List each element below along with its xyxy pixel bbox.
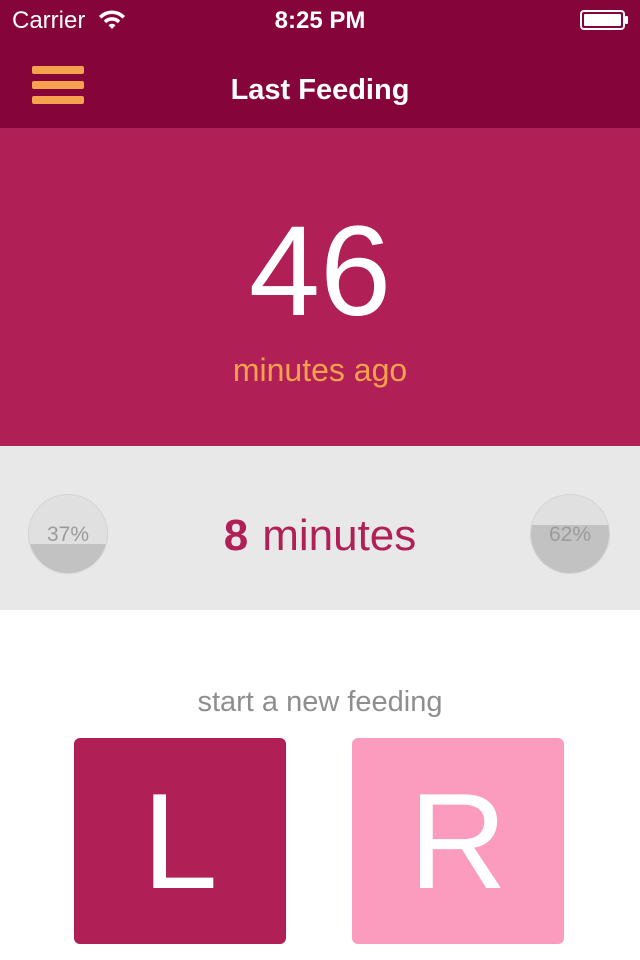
status-bar: Carrier 8:25 PM: [0, 0, 640, 40]
page-title: Last Feeding: [230, 74, 410, 106]
feeding-duration-band: 37% 8 minutes 62%: [0, 446, 640, 610]
elapsed-time-value: 46: [248, 200, 392, 343]
start-right-feeding-button[interactable]: R: [352, 738, 564, 944]
duration-value: 8: [223, 511, 249, 560]
duration-unit: minutes: [262, 511, 417, 560]
app-screen: Carrier 8:25 PM Last Feeding 46 minutes …: [0, 0, 640, 960]
navigation-bar: Last Feeding: [0, 40, 640, 128]
elapsed-time-unit: minutes ago: [232, 352, 408, 388]
new-feeding-prompt: start a new feeding: [197, 686, 443, 718]
right-gauge-label: 62%: [548, 523, 592, 546]
battery-icon: [580, 10, 628, 30]
right-side-gauge: 62%: [530, 494, 610, 574]
status-time: 8:25 PM: [274, 7, 366, 34]
top-bar: Carrier 8:25 PM Last Feeding: [0, 0, 640, 128]
start-left-feeding-button[interactable]: L: [74, 738, 286, 944]
last-feeding-panel: 46 minutes ago: [0, 128, 640, 446]
